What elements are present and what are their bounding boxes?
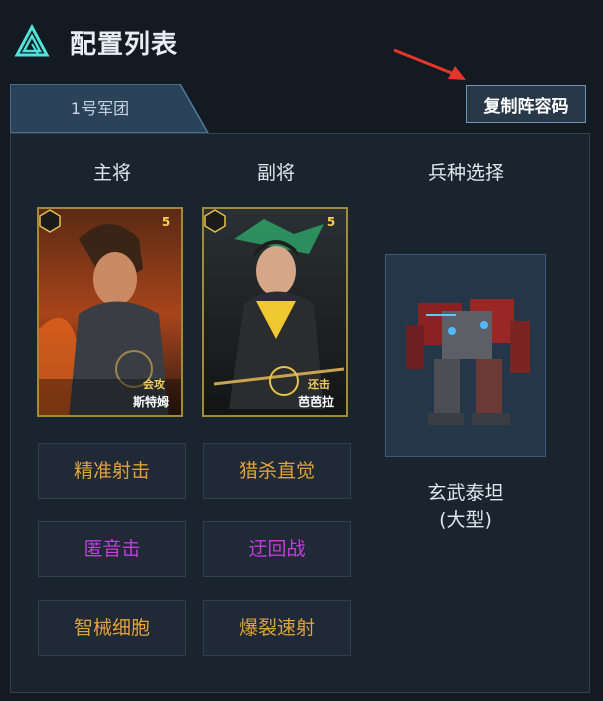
general-name: 芭芭拉	[297, 395, 334, 409]
page-title: 配置列表	[70, 30, 179, 60]
general-role: 还击	[308, 378, 330, 391]
copy-lineup-code-button[interactable]: 复制阵容码	[466, 85, 586, 123]
deputy-general-heading: 副将	[256, 162, 295, 184]
troop-size-label: (大型)	[439, 509, 492, 531]
troop-name: 玄武泰坦 (大型)	[385, 480, 546, 534]
deputy-skill-2[interactable]: 迂回战	[203, 521, 351, 577]
star-count: 5	[161, 215, 171, 229]
deputy-general-card[interactable]: 5 还击 芭芭拉	[202, 207, 348, 417]
tab-legion-1[interactable]: 1号军团	[10, 84, 210, 134]
main-skill-1[interactable]: 精准射击	[38, 443, 186, 499]
main-skill-3[interactable]: 智械细胞	[38, 600, 186, 656]
page-header: 配置列表	[0, 0, 603, 84]
deputy-skill-3[interactable]: 爆裂速射	[203, 600, 351, 656]
annotation-arrow-icon	[393, 48, 466, 80]
troop-select-heading: 兵种选择	[427, 162, 504, 184]
main-skill-2[interactable]: 匿音击	[38, 521, 186, 577]
star-level-icon	[204, 209, 226, 233]
general-name: 斯特姆	[132, 395, 169, 409]
star-level-icon	[39, 209, 61, 233]
tab-label: 1号军团	[70, 99, 130, 118]
triangle-logo-icon	[14, 24, 50, 57]
troop-name-label: 玄武泰坦	[427, 482, 504, 504]
star-count: 5	[326, 215, 336, 229]
deputy-skill-1[interactable]: 猎杀直觉	[203, 443, 351, 499]
troop-select-box[interactable]	[385, 254, 546, 457]
general-role: 会攻	[143, 378, 165, 391]
mech-titan-image	[406, 299, 530, 425]
main-general-heading: 主将	[92, 162, 131, 184]
main-general-card[interactable]: 5 会攻 斯特姆	[37, 207, 183, 417]
